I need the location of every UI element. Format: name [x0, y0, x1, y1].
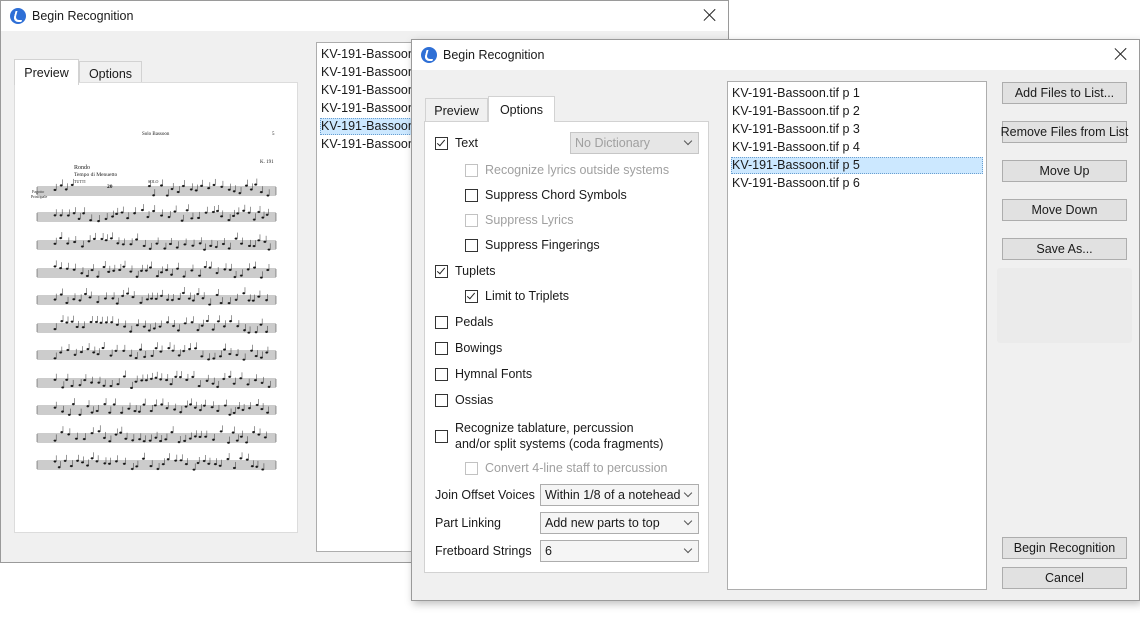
checkbox-box[interactable] — [465, 461, 478, 475]
front-title-bar[interactable]: Begin Recognition — [412, 40, 1139, 70]
select-value: Within 1/8 of a notehead — [545, 488, 681, 502]
select-value: Add new parts to top — [545, 516, 660, 530]
suppress-fingerings-checkbox[interactable]: Suppress Fingerings — [465, 238, 600, 252]
list-item[interactable]: KV-191-Bassoon.tif p 3 — [731, 121, 983, 138]
tab-label: Preview — [24, 65, 69, 80]
checkbox-label: Recognize lyrics outside systems — [485, 163, 670, 177]
list-item[interactable]: KV-191-Bassoon.tif p 6 — [731, 175, 983, 192]
tablature-checkbox[interactable]: Recognize tablature, percussion and/or sp… — [435, 420, 663, 452]
move-down-button[interactable]: Move Down — [1002, 199, 1127, 221]
part-linking-label: Part Linking — [435, 516, 502, 530]
score-staves — [36, 178, 277, 471]
ossias-checkbox[interactable]: Ossias — [435, 393, 493, 407]
checkbox-box[interactable] — [435, 393, 448, 407]
suppress-lyrics-checkbox[interactable]: Suppress Lyrics — [465, 213, 573, 227]
bowings-checkbox[interactable]: Bowings — [435, 341, 502, 355]
tab-label: Preview — [434, 103, 479, 118]
front-tab-preview[interactable]: Preview — [425, 98, 488, 122]
select-value: No Dictionary — [575, 136, 651, 150]
checkbox-box[interactable] — [435, 315, 448, 329]
checkbox-label: Suppress Lyrics — [485, 213, 574, 227]
button-panel-spacer — [997, 268, 1132, 343]
text-checkbox[interactable]: Text — [435, 136, 478, 150]
front-file-list[interactable]: KV-191-Bassoon.tif p 1 KV-191-Bassoon.ti… — [727, 81, 987, 590]
checkbox-label: Ossias — [455, 393, 494, 407]
add-files-button[interactable]: Add Files to List... — [1002, 82, 1127, 104]
checkbox-box[interactable] — [435, 367, 448, 381]
save-as-button[interactable]: Save As... — [1002, 238, 1127, 260]
checkbox-box[interactable] — [435, 264, 448, 278]
checkbox-box[interactable] — [465, 238, 478, 252]
back-title-bar[interactable]: Begin Recognition — [1, 1, 728, 31]
checkbox-label: Suppress Chord Symbols — [485, 188, 627, 202]
suppress-chords-checkbox[interactable]: Suppress Chord Symbols — [465, 188, 627, 202]
part-linking-select[interactable]: Add new parts to top — [540, 512, 699, 534]
list-item[interactable]: KV-191-Bassoon.t — [320, 64, 422, 81]
score-preview: Solo Bassoon 5 K. 191 Rondo Tempo di Men… — [14, 82, 298, 533]
back-window-title: Begin Recognition — [32, 9, 134, 23]
close-icon[interactable] — [1112, 45, 1130, 63]
chevron-down-icon — [683, 544, 693, 554]
list-item[interactable]: KV-191-Bassoon.t — [320, 100, 422, 117]
fretboard-label: Fretboard Strings — [435, 544, 532, 558]
convert-staff-checkbox[interactable]: Convert 4-line staff to percussion — [465, 461, 668, 475]
checkbox-label: Limit to Triplets — [485, 289, 570, 303]
list-item[interactable]: KV-191-Bassoon.t — [320, 136, 422, 153]
checkbox-box[interactable] — [435, 136, 448, 150]
list-item[interactable]: KV-191-Bassoon.tif p 5 — [731, 157, 983, 174]
list-item[interactable]: KV-191-Bassoon.tif p 2 — [731, 103, 983, 120]
checkbox-box[interactable] — [465, 213, 478, 227]
checkbox-box[interactable] — [465, 289, 478, 303]
list-item[interactable]: KV-191-Bassoon.t — [320, 82, 422, 99]
fretboard-select[interactable]: 6 — [540, 540, 699, 562]
begin-recognition-button[interactable]: Begin Recognition — [1002, 537, 1127, 559]
checkbox-label: Pedals — [455, 315, 494, 329]
hymnal-fonts-checkbox[interactable]: Hymnal Fonts — [435, 367, 532, 381]
tuplets-checkbox[interactable]: Tuplets — [435, 264, 496, 278]
checkbox-label: Recognize tablature, percussion and/or sp… — [455, 420, 663, 452]
checkbox-label: Text — [455, 136, 478, 150]
back-tab-preview[interactable]: Preview — [14, 59, 79, 85]
checkbox-label: Hymnal Fonts — [455, 367, 533, 381]
list-item[interactable]: KV-191-Bassoon.t — [320, 46, 422, 63]
tab-label: Options — [88, 66, 133, 81]
checkbox-label: Suppress Fingerings — [485, 238, 600, 252]
select-value: 6 — [545, 544, 552, 558]
label-line: and/or split systems (coda fragments) — [455, 437, 664, 451]
join-offset-label: Join Offset Voices — [435, 488, 535, 502]
label-line: Recognize tablature, percussion — [455, 421, 634, 435]
chevron-down-icon — [683, 488, 693, 498]
chevron-down-icon — [683, 516, 693, 526]
close-icon[interactable] — [701, 6, 719, 24]
chevron-down-icon — [683, 136, 693, 146]
tab-label: Options — [499, 102, 544, 117]
front-tab-options[interactable]: Options — [488, 96, 555, 122]
options-panel: Text No Dictionary Recognize lyrics outs… — [424, 121, 709, 573]
pedals-checkbox[interactable]: Pedals — [435, 315, 493, 329]
list-item[interactable]: KV-191-Bassoon.tif p 4 — [731, 139, 983, 156]
remove-files-button[interactable]: Remove Files from List — [1001, 121, 1128, 143]
list-item[interactable]: KV-191-Bassoon.tif p 1 — [731, 85, 983, 102]
checkbox-box[interactable] — [465, 163, 478, 177]
checkbox-box[interactable] — [435, 341, 448, 355]
app-icon — [10, 8, 26, 24]
app-icon — [421, 47, 437, 63]
move-up-button[interactable]: Move Up — [1002, 160, 1127, 182]
checkbox-box[interactable] — [435, 429, 448, 443]
cancel-button[interactable]: Cancel — [1002, 567, 1127, 589]
checkbox-box[interactable] — [465, 188, 478, 202]
front-window-title: Begin Recognition — [443, 48, 545, 62]
checkbox-label: Bowings — [455, 341, 503, 355]
back-file-list[interactable]: KV-191-Bassoon.t KV-191-Bassoon.t KV-191… — [316, 42, 426, 552]
limit-triplets-checkbox[interactable]: Limit to Triplets — [465, 289, 569, 303]
front-dialog-window: Begin Recognition Preview Options Text N… — [411, 39, 1140, 601]
dictionary-select[interactable]: No Dictionary — [570, 132, 699, 154]
checkbox-label: Convert 4-line staff to percussion — [485, 461, 668, 475]
checkbox-label: Tuplets — [455, 264, 496, 278]
join-offset-select[interactable]: Within 1/8 of a notehead — [540, 484, 699, 506]
recognize-lyrics-checkbox[interactable]: Recognize lyrics outside systems — [465, 163, 669, 177]
list-item[interactable]: KV-191-Bassoon.t — [320, 118, 422, 135]
